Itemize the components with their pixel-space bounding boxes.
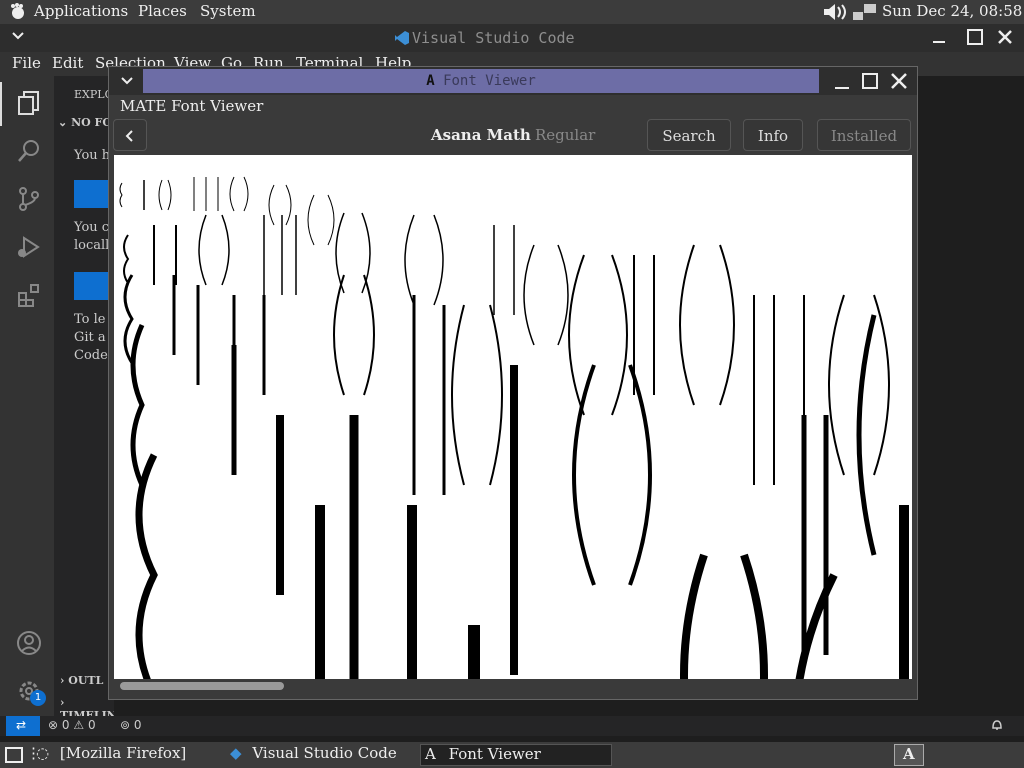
clone-text-line: You c	[74, 220, 110, 235]
applications-menu[interactable]: Applications	[34, 2, 128, 20]
top-panel: Applications Places System Sun Dec 24, 0…	[0, 0, 1024, 24]
chevron-down-icon: ⌄	[58, 116, 68, 129]
activity-bar: 1	[0, 76, 54, 716]
font-viewer-title: A Font Viewer	[143, 69, 819, 93]
font-viewer-app-header: MATE Font Viewer	[109, 95, 917, 117]
learn-text-line: To le	[74, 312, 106, 327]
chevron-down-icon[interactable]	[119, 73, 135, 93]
vscode-logo-icon: ◆	[230, 744, 242, 762]
font-name: Asana Math	[431, 126, 531, 144]
vscode-statusbar: ⇄ ⊗ 0 ⚠ 0 ⊚ 0	[0, 716, 1024, 736]
extensions-icon[interactable]	[16, 282, 42, 312]
learn-text-line-2: Git a	[74, 330, 106, 345]
font-viewer-icon: A	[425, 745, 436, 763]
welcome-text-line: You h	[74, 148, 111, 163]
chevron-right-icon: ›	[60, 674, 65, 687]
error-icon: ⊗	[48, 718, 59, 732]
warning-icon: ⚠	[73, 718, 85, 732]
active-indicator	[0, 82, 2, 126]
menu-file[interactable]: File	[12, 54, 41, 72]
app-title: MATE Font Viewer	[120, 97, 264, 115]
font-style: Regular	[535, 126, 596, 144]
vscode-logo-icon	[394, 30, 410, 50]
remote-icon: ⇄	[16, 718, 27, 732]
search-icon[interactable]	[16, 138, 42, 168]
accounts-icon[interactable]	[16, 630, 42, 660]
back-button[interactable]	[113, 119, 147, 151]
outline-section[interactable]: › OUTL	[60, 674, 103, 687]
bottom-taskbar: ⋮ ◌ [Mozilla Firefox] ◆ Visual Studio Co…	[0, 742, 1024, 768]
font-viewer-window: A Font Viewer MATE Font Viewer Asana Mat…	[108, 66, 918, 700]
maximize-icon[interactable]	[861, 72, 879, 94]
taskbar-vscode[interactable]: ◆ Visual Studio Code	[230, 744, 412, 766]
learn-text-line-3: Code	[74, 348, 108, 363]
font-viewer-icon: A	[903, 745, 915, 763]
explorer-sidebar: EXPLO ⌄ NO FO You h You c locall To le G…	[54, 76, 125, 722]
broadcast-icon: ⊚	[120, 718, 131, 732]
vscode-window-title: Visual Studio Code	[412, 29, 575, 47]
show-desktop-icon[interactable]	[4, 744, 24, 766]
clone-text-line-2: locall	[74, 238, 110, 253]
chevron-left-icon	[125, 130, 133, 142]
no-folder-section[interactable]: ⌄ NO FO	[58, 116, 112, 129]
font-preview-canvas	[114, 155, 912, 679]
font-viewer-headerbar: Asana Math Regular Search Info Installed	[109, 117, 917, 155]
menu-edit[interactable]: Edit	[52, 54, 83, 72]
gnome-foot-icon[interactable]	[8, 2, 28, 26]
volume-icon[interactable]	[822, 2, 852, 26]
chevron-down-icon[interactable]	[10, 28, 26, 48]
maximize-icon[interactable]	[966, 28, 984, 50]
font-viewer-icon: A	[426, 73, 435, 89]
ports-status[interactable]: ⊚ 0	[120, 718, 142, 732]
info-button[interactable]: Info	[743, 119, 803, 151]
close-icon[interactable]	[889, 71, 909, 95]
minimize-icon[interactable]	[833, 73, 851, 95]
installed-button[interactable]: Installed	[817, 119, 911, 151]
taskbar-firefox[interactable]: ◌ [Mozilla Firefox]	[36, 744, 216, 766]
close-icon[interactable]	[996, 28, 1014, 50]
search-button[interactable]: Search	[647, 119, 731, 151]
taskbar-fontviewer[interactable]: A Font Viewer	[420, 744, 612, 766]
run-debug-icon[interactable]	[16, 234, 42, 264]
scrollbar-thumb[interactable]	[120, 682, 284, 690]
system-menu[interactable]: System	[200, 2, 256, 20]
errors-status[interactable]: ⊗ 0 ⚠ 0	[48, 718, 96, 732]
font-preview-glyphs	[119, 176, 909, 679]
preview-horizontal-scrollbar[interactable]	[114, 679, 912, 693]
source-control-icon[interactable]	[16, 186, 42, 216]
clock[interactable]: Sun Dec 24, 08:58	[882, 2, 1022, 20]
firefox-icon: ◌	[36, 744, 50, 762]
workspace-switcher[interactable]: A	[894, 744, 924, 766]
chevron-right-icon: ›	[60, 696, 65, 709]
settings-update-badge: 1	[30, 690, 46, 706]
vscode-titlebar: Visual Studio Code	[0, 24, 1024, 53]
notifications-bell-icon[interactable]	[990, 718, 1004, 735]
places-menu[interactable]: Places	[138, 2, 187, 20]
network-icon[interactable]	[852, 2, 878, 26]
explorer-icon[interactable]	[16, 90, 42, 120]
minimize-icon[interactable]	[930, 28, 948, 50]
font-viewer-titlebar[interactable]: A Font Viewer	[109, 67, 917, 95]
remote-indicator[interactable]: ⇄	[6, 716, 40, 736]
